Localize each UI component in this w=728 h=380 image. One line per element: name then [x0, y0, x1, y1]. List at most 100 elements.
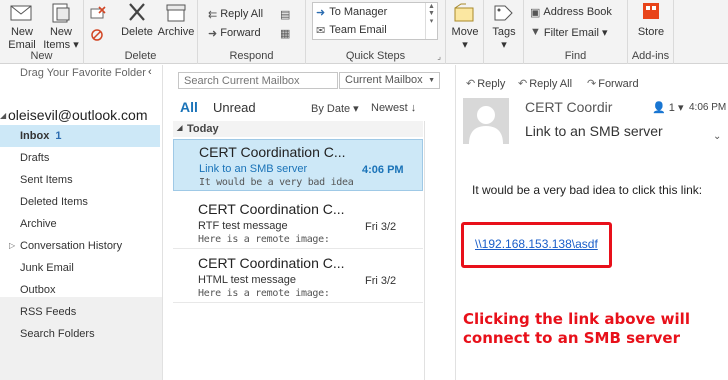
store-button[interactable]: Store: [632, 2, 670, 39]
ribbon-reply-all-label: Reply All: [220, 8, 264, 20]
search-scope-value: Current Mailbox: [345, 74, 423, 86]
forward-label: Forward: [598, 77, 639, 90]
reply-button[interactable]: ↶ Reply: [466, 77, 506, 91]
quick-steps-scroll[interactable]: ▲ ▼ ▾: [425, 3, 437, 39]
people-count-value: 1: [668, 102, 675, 114]
new-items-button[interactable]: New Items ▾: [42, 2, 80, 52]
folder-label: Conversation History: [20, 240, 123, 252]
delete-group-label: Delete: [124, 50, 157, 62]
forward-icon: ↷: [587, 78, 597, 90]
folder-label: Drafts: [20, 152, 50, 164]
message-time: 4:06 PM: [362, 164, 404, 176]
chevron-down-icon: ▼: [428, 77, 435, 84]
archive-icon: [166, 4, 186, 22]
dialog-launcher-icon[interactable]: ⌟: [437, 52, 441, 61]
group-header-today[interactable]: ◢ Today: [173, 121, 423, 137]
folder-pane: Drag Your Favorite Folder ‹ ◢ oleisevil@…: [0, 65, 163, 380]
new-email-button[interactable]: New Email: [4, 2, 40, 52]
archive-button[interactable]: Archive: [156, 2, 196, 39]
move-button[interactable]: Move ▾: [448, 2, 482, 52]
message-time: Fri 3/2: [365, 275, 397, 287]
message-body: It would be a very bad idea to click thi…: [472, 183, 703, 197]
new-email-icon: [10, 5, 32, 21]
search-input[interactable]: [178, 72, 338, 89]
folder-inbox[interactable]: Inbox 1: [0, 125, 160, 147]
folder-outbox[interactable]: Outbox: [0, 279, 160, 301]
favorites-hint: Drag Your Favorite Folder: [20, 67, 146, 79]
sort-by-dropdown[interactable]: By Date ▾: [311, 102, 359, 115]
archive-label: Archive: [157, 26, 195, 38]
reply-all-icon: ⇇: [208, 8, 218, 21]
quick-step-label: To Manager: [329, 6, 388, 18]
ribbon: New Email New Items ▾ New Delete Archive…: [0, 0, 728, 64]
reader-sender[interactable]: CERT Coordir: [525, 99, 612, 115]
reply-all-button[interactable]: ↶ Reply All: [518, 77, 572, 91]
forward-button[interactable]: ↷ Forward: [587, 77, 639, 91]
tab-all[interactable]: All: [180, 99, 198, 115]
junk-icon[interactable]: [90, 28, 106, 42]
ribbon-group-tags: Tags ▾: [484, 0, 524, 64]
move-caret: ▾: [462, 39, 468, 51]
folder-archive[interactable]: Archive: [0, 213, 160, 235]
sort-direction-toggle[interactable]: Newest ↓: [371, 102, 416, 114]
ignore-icon[interactable]: [90, 6, 106, 20]
quick-step-to-manager[interactable]: ➜ To Manager: [313, 3, 437, 21]
ribbon-group-find: ▣ Address Book ▼ Filter Email ▾ Find: [524, 0, 628, 64]
new-group-label: New: [30, 50, 53, 62]
folder-label: Inbox: [20, 130, 50, 142]
collapse-group-icon: ◢: [177, 125, 183, 132]
delete-button[interactable]: Delete: [118, 2, 156, 39]
search-scope-dropdown[interactable]: Current Mailbox ▼: [339, 72, 440, 89]
filter-email-label: Filter Email ▾: [543, 26, 608, 39]
folder-label: Search Folders: [20, 328, 95, 340]
folder-label: Deleted Items: [20, 196, 88, 208]
ribbon-reply-all-button[interactable]: ⇇ Reply All: [208, 6, 263, 22]
folder-conversation-history[interactable]: ▷ Conversation History: [0, 235, 160, 257]
address-book-button[interactable]: ▣ Address Book: [530, 4, 612, 20]
folder-deleted-items[interactable]: Deleted Items: [0, 191, 160, 213]
filter-email-button[interactable]: ▼ Filter Email ▾: [530, 24, 607, 40]
tags-caret: ▾: [501, 39, 507, 51]
more-respond-button[interactable]: ▦: [280, 25, 290, 41]
tags-icon: [494, 5, 513, 21]
tags-button[interactable]: Tags ▾: [486, 2, 522, 52]
message-preview: Here is a remote image:: [198, 234, 330, 245]
tab-unread[interactable]: Unread: [213, 100, 256, 115]
message-item[interactable]: CERT Coordination C... Link to an SMB se…: [173, 139, 423, 191]
people-count[interactable]: 👤 1 ▾: [652, 101, 683, 114]
ribbon-forward-button[interactable]: ➜ Forward: [208, 25, 261, 41]
meeting-icon: ▤: [280, 8, 291, 21]
person-placeholder-icon: [469, 106, 503, 144]
expand-header-icon[interactable]: ⌄: [713, 131, 721, 142]
meeting-button[interactable]: ▤: [280, 6, 290, 22]
quick-step-label: Team Email: [329, 24, 387, 36]
folder-drafts[interactable]: Drafts: [0, 147, 160, 169]
message-item[interactable]: CERT Coordination C... RTF test message …: [173, 197, 423, 249]
folder-junk-email[interactable]: Junk Email: [0, 257, 160, 279]
account-name[interactable]: oleisevil@outlook.com: [8, 107, 148, 123]
delete-label: Delete: [121, 26, 153, 38]
folder-rss-feeds[interactable]: RSS Feeds: [0, 301, 160, 323]
address-book-icon: ▣: [530, 6, 541, 19]
reply-label: Reply: [477, 77, 506, 90]
folder-search-folders[interactable]: Search Folders: [0, 323, 160, 345]
forward-icon: ➜: [208, 27, 218, 40]
folder-label: Archive: [20, 218, 57, 230]
annotation-caption: Clicking the link above will connect to …: [463, 310, 690, 347]
expand-folder-icon[interactable]: ▷: [9, 235, 15, 257]
addins-group-label: Add-ins: [631, 50, 670, 62]
reader-time: 4:06 PM: [689, 102, 727, 113]
chevron-down-icon: ▾: [677, 102, 684, 114]
folder-sent-items[interactable]: Sent Items: [0, 169, 160, 191]
link-highlight-box: \\192.168.153.138\asdf: [461, 222, 612, 268]
account-expand-icon[interactable]: ◢: [0, 111, 6, 120]
more-respond-icon: ▦: [280, 27, 291, 40]
message-item[interactable]: CERT Coordination C... HTML test message…: [173, 251, 423, 303]
quick-step-team-email[interactable]: ✉ Team Email: [313, 21, 437, 39]
address-book-label: Address Book: [543, 6, 612, 18]
list-scrollbar[interactable]: [424, 121, 425, 380]
people-icon: 👤: [652, 102, 666, 114]
smb-link[interactable]: \\192.168.153.138\asdf: [475, 237, 598, 251]
collapse-pane-icon[interactable]: ‹: [148, 66, 152, 78]
quick-steps-group-label: Quick Steps: [345, 50, 406, 62]
